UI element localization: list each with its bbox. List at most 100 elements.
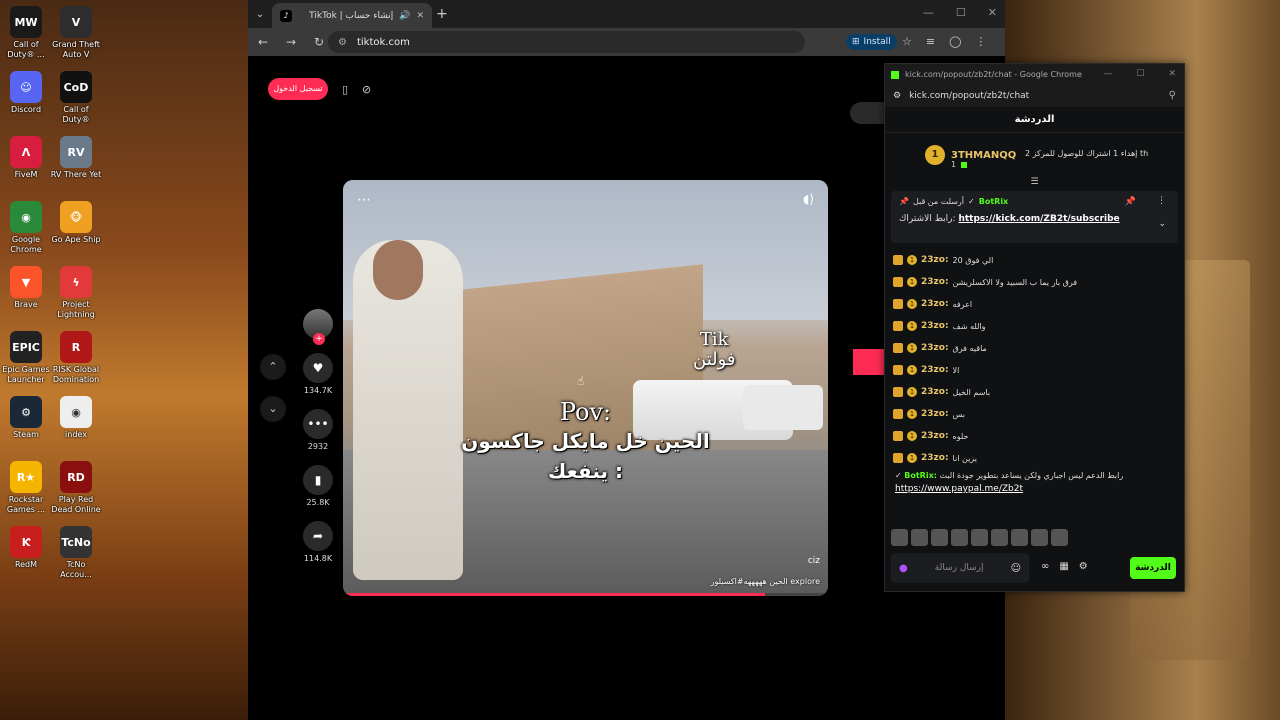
desktop-shortcut[interactable]: MW Call of Duty® ...	[0, 6, 52, 68]
kick-address-text: kick.com/popout/zb2t/chat	[909, 91, 1030, 101]
heart-icon[interactable]: ♥	[303, 353, 333, 383]
pinned-link[interactable]: https://kick.com/ZB2t/subscribe	[958, 214, 1119, 224]
share-icon[interactable]: ➦	[303, 521, 333, 551]
site-info-icon[interactable]: ⚙	[338, 37, 347, 48]
emote[interactable]	[971, 529, 988, 546]
login-button[interactable]: تسجيل الدخول	[268, 78, 328, 100]
follow-plus-icon[interactable]: +	[313, 333, 325, 345]
desktop-shortcut[interactable]: R RISK Global Domination	[50, 331, 102, 393]
desktop-shortcut[interactable]: RD Play Red Dead Online	[50, 461, 102, 523]
leader-name[interactable]: 3THMANQQ	[951, 150, 1016, 161]
video-player[interactable]: Tik فولتن Pov: الحين خل مايكل جاكسون ينف…	[343, 180, 828, 596]
emoji-icon[interactable]: ☺	[1011, 563, 1021, 574]
desktop-shortcut[interactable]: ☺ Discord	[0, 71, 52, 133]
tab-tiktok[interactable]: ♪ TikTok | إنشاء حساب 🔊 ✕	[272, 3, 432, 28]
tab-search-icon[interactable]: ⌄	[248, 9, 272, 20]
kick-maximize-icon[interactable]: ☐	[1136, 69, 1144, 79]
menu-icon[interactable]: ⋮	[975, 35, 986, 48]
install-button[interactable]: ⊞ Install	[846, 34, 897, 50]
new-tab-button[interactable]: +	[436, 6, 448, 22]
bookmark-icon[interactable]: ▮	[303, 465, 333, 495]
chat-username[interactable]: 23zo:	[921, 343, 949, 353]
chat-send-button[interactable]: الدردشة	[1130, 557, 1176, 579]
video-action[interactable]: ••• 2932	[300, 409, 336, 451]
chat-username[interactable]: 23zo:	[921, 409, 949, 419]
desktop-shortcut[interactable]: EPIC Epic Games Launcher	[0, 331, 52, 393]
chat-username[interactable]: 23zo:	[921, 453, 949, 463]
chat-username[interactable]: 23zo:	[921, 365, 949, 375]
chat-username[interactable]: 23zo:	[921, 299, 949, 309]
bot-message-link[interactable]: https://www.paypal.me/Zb2t	[895, 484, 1174, 494]
desktop-shortcut-label: Go Ape Ship	[51, 235, 101, 244]
desktop-shortcut[interactable]: V Grand Theft Auto V	[50, 6, 102, 68]
desktop-shortcut[interactable]: Ƙ RedM	[0, 526, 52, 588]
desktop-shortcut-label: Project Lightning	[57, 300, 95, 319]
close-icon[interactable]: ✕	[988, 6, 997, 19]
desktop-shortcut[interactable]: ϟ Project Lightning	[50, 266, 102, 328]
compass-icon[interactable]: ⊘	[362, 83, 371, 96]
mic-icon[interactable]: ●	[899, 563, 908, 574]
emote[interactable]	[1051, 529, 1068, 546]
desktop-shortcut[interactable]: CoD Call of Duty®	[50, 71, 102, 133]
kick-site-info-icon[interactable]: ⚙	[893, 91, 901, 101]
desktop-shortcut[interactable]: Λ FiveM	[0, 136, 52, 198]
address-bar[interactable]: ⚙ tiktok.com	[328, 31, 805, 53]
desktop-shortcut[interactable]: ◉ Google Chrome	[0, 201, 52, 263]
emote[interactable]	[931, 529, 948, 546]
chat-username[interactable]: 23zo:	[921, 255, 949, 265]
video-action[interactable]: ♥ 134.7K	[300, 353, 336, 395]
pinned-expand-icon[interactable]: ⌄	[1158, 219, 1166, 229]
kick-close-icon[interactable]: ✕	[1168, 69, 1176, 79]
desktop-shortcut[interactable]: 🐵 Go Ape Ship	[50, 201, 102, 263]
desktop-shortcut[interactable]: TcNo TcNo Accou...	[50, 526, 102, 588]
toolbar-icons: ☆ ≡ ◯ ⋮	[902, 35, 986, 48]
leaderboard-toggle-icon[interactable]: ☰	[885, 177, 1184, 189]
desktop-shortcut[interactable]: R★ Rockstar Games ...	[0, 461, 52, 523]
chat-username[interactable]: 23zo:	[921, 321, 949, 331]
shop-icon[interactable]: ▦	[1059, 561, 1068, 572]
emote[interactable]	[991, 529, 1008, 546]
video-more-icon[interactable]: ⋯	[357, 192, 371, 208]
emote[interactable]	[1011, 529, 1028, 546]
creator-avatar[interactable]: +	[303, 309, 333, 345]
reading-list-icon[interactable]: ≡	[926, 35, 935, 48]
mobile-icon[interactable]: ▯	[342, 83, 348, 96]
comment-icon[interactable]: •••	[303, 409, 333, 439]
kick-minimize-icon[interactable]: —	[1103, 69, 1112, 79]
desktop-shortcut[interactable]: ▼ Brave	[0, 266, 52, 328]
previous-video-button[interactable]: ⌃	[260, 354, 286, 380]
emote[interactable]	[1031, 529, 1048, 546]
tab-audio-icon[interactable]: 🔊	[399, 11, 410, 21]
desktop-shortcut[interactable]: RV RV There Yet	[50, 136, 102, 198]
volume-icon[interactable]: ◖)	[803, 192, 814, 206]
chat-username[interactable]: 23zo:	[921, 431, 949, 441]
settings-icon[interactable]: ⚙	[1079, 561, 1088, 572]
chat-username[interactable]: 23zo:	[921, 277, 949, 287]
chat-input[interactable]: ● إرسال رسالة ☺	[891, 553, 1029, 583]
minimize-icon[interactable]: —	[923, 6, 934, 19]
video-progress-bar[interactable]	[343, 593, 828, 596]
back-icon[interactable]: ←	[256, 35, 270, 49]
next-video-button[interactable]: ⌄	[260, 396, 286, 422]
emote[interactable]	[911, 529, 928, 546]
video-action[interactable]: ➦ 114.8K	[300, 521, 336, 563]
maximize-icon[interactable]: ☐	[956, 6, 966, 19]
pinned-more-icon[interactable]: ⋮	[1157, 196, 1166, 206]
video-action[interactable]: ▮ 25.8K	[300, 465, 336, 507]
emote[interactable]	[891, 529, 908, 546]
zoom-icon[interactable]: ⚲	[1169, 90, 1176, 101]
pinned-bot-name[interactable]: BotRix	[979, 197, 1008, 206]
chat-username[interactable]: 23zo:	[921, 387, 949, 397]
desktop-shortcut[interactable]: ⚙ Steam	[0, 396, 52, 458]
bookmark-star-icon[interactable]: ☆	[902, 35, 912, 48]
bot-message-name[interactable]: BotRix:	[904, 471, 937, 480]
profile-icon[interactable]: ◯	[949, 35, 961, 48]
pin-icon[interactable]: 📌	[1125, 197, 1136, 207]
emote[interactable]	[951, 529, 968, 546]
tab-close-icon[interactable]: ✕	[416, 11, 424, 21]
kick-address-bar[interactable]: ⚙ kick.com/popout/zb2t/chat ⚲	[885, 85, 1184, 107]
reload-icon[interactable]: ↻	[312, 35, 326, 49]
forward-icon[interactable]: →	[284, 35, 298, 49]
desktop-shortcut[interactable]: ◉ index	[50, 396, 102, 458]
infinity-icon[interactable]: ∞	[1041, 561, 1049, 572]
